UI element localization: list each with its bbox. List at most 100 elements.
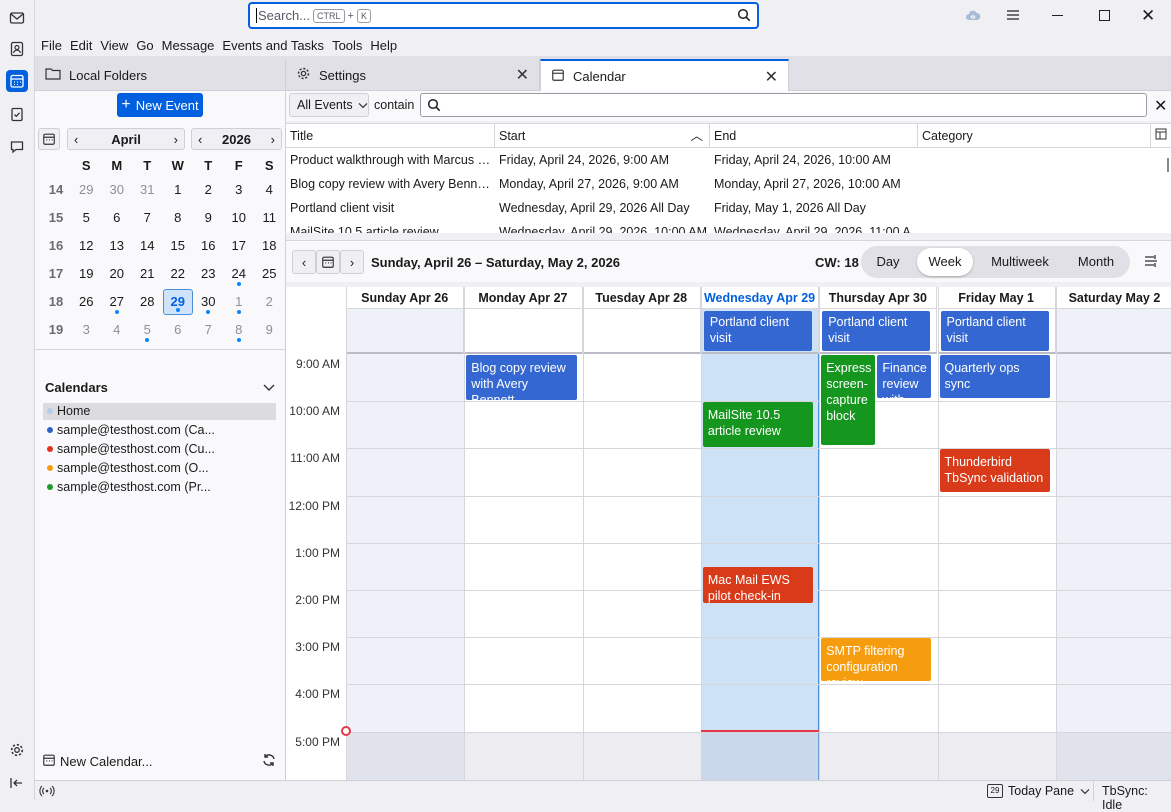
mini-month-day[interactable]: 30 — [193, 288, 224, 316]
mini-month-day[interactable]: 29 — [71, 176, 102, 204]
mini-month-day[interactable]: 25 — [254, 260, 285, 288]
mini-month-day[interactable]: 3 — [71, 316, 102, 344]
allday-cell[interactable] — [464, 309, 583, 354]
event-filter-input[interactable] — [420, 93, 1147, 117]
calendar-event[interactable]: Express screen-capture block — [821, 355, 876, 446]
day-header[interactable]: Tuesday Apr 28 — [582, 287, 701, 309]
menu-tools[interactable]: Tools — [332, 38, 362, 53]
col-end[interactable]: End — [710, 124, 918, 148]
sync-status-icon[interactable] — [965, 9, 981, 26]
calendar-list-item[interactable]: Home — [43, 403, 276, 420]
next-year-icon[interactable]: › — [271, 132, 275, 147]
calendar-list-item[interactable]: sample@testhost.com (O... — [43, 460, 276, 477]
tab-local-folders[interactable]: Local Folders — [35, 59, 286, 91]
chat-icon[interactable] — [6, 136, 28, 158]
list-scrollbar[interactable] — [1167, 158, 1169, 172]
collapse-spaces-icon[interactable] — [6, 772, 28, 794]
mini-month-day[interactable]: 20 — [102, 260, 133, 288]
tab-calendar[interactable]: Calendar ✕ — [540, 59, 789, 92]
mini-month-day[interactable]: 27 — [102, 288, 133, 316]
mini-month-day[interactable]: 2 — [254, 288, 285, 316]
menu-events-and-tasks[interactable]: Events and Tasks — [222, 38, 324, 53]
calendar-event[interactable]: Blog copy review with Avery Bennett — [466, 355, 577, 401]
mini-month-day[interactable]: 30 — [102, 176, 133, 204]
allday-event[interactable]: Portland client visit — [940, 311, 1049, 351]
mini-month-day[interactable]: 11 — [254, 204, 285, 232]
mini-month-today[interactable]: 29 — [162, 289, 193, 315]
menu-message[interactable]: Message — [162, 38, 215, 53]
mini-month-day[interactable]: 18 — [254, 232, 285, 260]
close-filter-icon[interactable]: ✕ — [1154, 96, 1167, 116]
event-list-row[interactable]: Portland client visit Wednesday, April 29… — [286, 196, 1171, 220]
close-tab-icon[interactable]: ✕ — [765, 67, 778, 87]
today-icon[interactable] — [316, 250, 340, 274]
mini-month-day[interactable]: 15 — [163, 232, 194, 260]
mini-month-day[interactable]: 21 — [132, 260, 163, 288]
menu-view[interactable]: View — [100, 38, 128, 53]
prev-week-icon[interactable]: ‹ — [292, 250, 316, 274]
col-start[interactable]: Start ︿ — [495, 124, 710, 148]
mini-month-day[interactable]: 23 — [193, 260, 224, 288]
col-category[interactable]: Category — [918, 124, 1151, 148]
mini-month-day[interactable]: 4 — [254, 176, 285, 204]
mini-month-day[interactable]: 17 — [224, 232, 255, 260]
calendar-event[interactable]: MailSite 10.5 article review — [702, 402, 814, 448]
menu-file[interactable]: File — [41, 38, 62, 53]
mini-month-day[interactable]: 24 — [224, 260, 255, 288]
mini-month-day[interactable]: 22 — [163, 260, 194, 288]
col-title[interactable]: Title — [286, 124, 495, 148]
prev-year-icon[interactable]: ‹ — [198, 132, 202, 147]
calendar-event[interactable]: Finance review with... — [877, 355, 932, 398]
mini-month-day[interactable]: 5 — [71, 204, 102, 232]
menu-help[interactable]: Help — [370, 38, 397, 53]
search-icon[interactable] — [737, 8, 751, 25]
next-week-icon[interactable]: › — [340, 250, 364, 274]
global-search-input[interactable]: Search... CTRL + K — [248, 2, 759, 29]
settings-gear-icon[interactable] — [6, 739, 28, 761]
prev-month-icon[interactable]: ‹ — [74, 132, 78, 147]
online-status-icon[interactable] — [39, 784, 55, 801]
day-header[interactable]: Wednesday Apr 29 — [700, 287, 820, 309]
chevron-down-icon[interactable] — [263, 380, 275, 395]
allday-event[interactable]: Portland client visit — [703, 311, 813, 351]
mini-month-day[interactable]: 19 — [71, 260, 102, 288]
mini-month-day[interactable]: 2 — [193, 176, 224, 204]
mini-month-day[interactable]: 6 — [102, 204, 133, 232]
mini-month-day[interactable]: 9 — [193, 204, 224, 232]
minimize-icon[interactable] — [1052, 15, 1063, 16]
mini-month-day[interactable]: 8 — [163, 204, 194, 232]
calendar-event[interactable]: SMTP filtering configuration review — [821, 638, 932, 682]
close-window-icon[interactable]: ✕ — [1141, 7, 1155, 24]
day-header[interactable]: Thursday Apr 30 — [819, 287, 938, 309]
mini-month-day[interactable]: 26 — [71, 288, 102, 316]
event-list-row[interactable]: Product walkthrough with Marcus L... Frid… — [286, 148, 1171, 172]
day-header[interactable]: Saturday May 2 — [1055, 287, 1171, 309]
mini-month-day[interactable]: 9 — [254, 316, 285, 344]
mini-month-day[interactable]: 10 — [224, 204, 255, 232]
calendar-list-item[interactable]: sample@testhost.com (Ca... — [43, 422, 276, 439]
mini-month-day[interactable]: 5 — [132, 316, 163, 344]
app-menu-icon[interactable] — [1006, 9, 1020, 24]
allday-cell[interactable] — [582, 309, 701, 354]
tbsync-status[interactable]: TbSync: Idle — [1102, 784, 1171, 812]
mini-month-day[interactable]: 28 — [132, 288, 163, 316]
refresh-icon[interactable] — [261, 752, 277, 771]
mini-month-day[interactable]: 1 — [224, 288, 255, 316]
day-header[interactable]: Friday May 1 — [937, 287, 1056, 309]
calendar-list-item[interactable]: sample@testhost.com (Cu... — [43, 441, 276, 458]
mini-month-day[interactable]: 12 — [71, 232, 102, 260]
calendar-icon[interactable] — [6, 70, 28, 92]
mini-month-day[interactable]: 4 — [102, 316, 133, 344]
new-calendar-button[interactable]: New Calendar... — [42, 753, 153, 770]
mini-month-day[interactable]: 3 — [224, 176, 255, 204]
view-multiweek[interactable]: Multiweek — [982, 248, 1058, 276]
view-day[interactable]: Day — [866, 248, 910, 276]
today-calendar-icon[interactable] — [38, 128, 60, 150]
close-tab-icon[interactable]: ✕ — [516, 65, 529, 85]
tasks-icon[interactable] — [6, 103, 28, 125]
mail-icon[interactable] — [6, 7, 28, 29]
mini-month-day[interactable]: 14 — [132, 232, 163, 260]
day-header[interactable]: Monday Apr 27 — [464, 287, 583, 309]
mini-month-day[interactable]: 31 — [132, 176, 163, 204]
view-month[interactable]: Month — [1068, 248, 1124, 276]
